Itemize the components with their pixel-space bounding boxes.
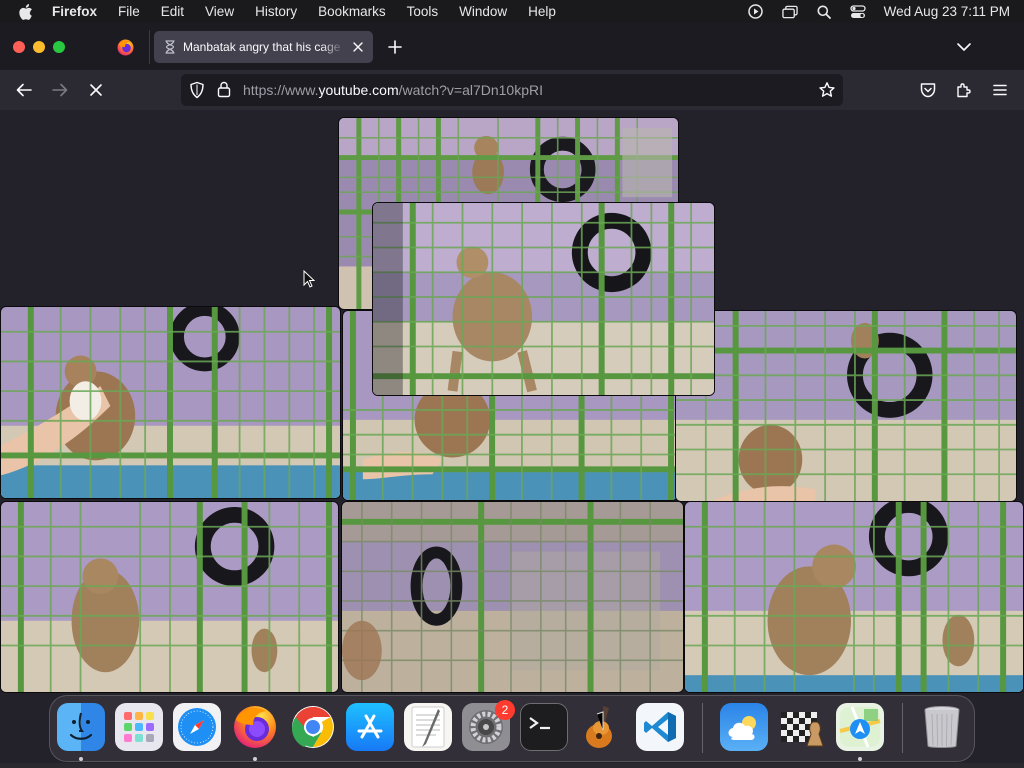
menu-bookmarks[interactable]: Bookmarks — [318, 4, 386, 19]
control-center-icon[interactable] — [850, 4, 866, 19]
window-close-button[interactable] — [13, 41, 25, 53]
dock-safari-icon[interactable] — [173, 703, 221, 751]
forward-arrow-icon[interactable] — [51, 81, 69, 99]
menu-window[interactable]: Window — [459, 4, 507, 19]
menu-app-name[interactable]: Firefox — [52, 4, 97, 19]
video-thumbnail-monkey-on-tire-right[interactable] — [675, 310, 1017, 502]
dock-running-indicator — [253, 757, 257, 761]
video-thumbnail-monkey-standing-front[interactable] — [372, 202, 715, 396]
dock-vscode-icon[interactable] — [636, 703, 684, 751]
dock-trash-icon[interactable] — [918, 703, 966, 751]
hourglass-loading-icon — [164, 40, 176, 54]
video-thumbnail-monkey-with-hand-left[interactable] — [0, 306, 341, 499]
url-text[interactable]: https://www.youtube.com/watch?v=al7Dn10k… — [243, 82, 543, 98]
tab-separator — [149, 30, 150, 64]
notification-badge: 2 — [495, 700, 515, 720]
dock-firefox-icon[interactable] — [231, 703, 279, 751]
dock-terminal-icon[interactable] — [520, 703, 568, 751]
tab-active[interactable]: Manbatak angry that his cage is — [154, 31, 373, 63]
stop-loading-x-icon[interactable] — [87, 81, 105, 99]
dock-separator — [902, 703, 903, 753]
tracking-protection-shield-icon[interactable] — [189, 81, 205, 99]
window-fullscreen-button[interactable] — [53, 41, 65, 53]
dock-launchpad-icon[interactable] — [115, 703, 163, 751]
dock-running-indicator — [858, 757, 862, 761]
tab-close-icon[interactable] — [351, 40, 365, 54]
video-thumbnail-empty-cage-center[interactable] — [341, 501, 684, 693]
dock-app-store-icon[interactable] — [346, 703, 394, 751]
menu-tools[interactable]: Tools — [407, 4, 439, 19]
spotlight-search-icon[interactable] — [816, 5, 832, 19]
new-tab-plus-icon[interactable] — [387, 39, 403, 55]
apple-menu-icon[interactable] — [18, 3, 34, 20]
menu-edit[interactable]: Edit — [161, 4, 184, 19]
dock-running-indicator — [79, 757, 83, 761]
dock-weather-icon[interactable] — [720, 703, 768, 751]
menu-history[interactable]: History — [255, 4, 297, 19]
bottom-strip — [0, 763, 1024, 768]
menu-file[interactable]: File — [118, 4, 140, 19]
dock-maps-icon[interactable] — [836, 703, 884, 751]
menubar-clock[interactable]: Wed Aug 23 7:11 PM — [884, 4, 1010, 19]
mouse-cursor-icon — [303, 269, 316, 288]
dock-instruments-icon[interactable] — [578, 703, 626, 751]
site-security-lock-icon[interactable] — [217, 81, 231, 98]
menu-view[interactable]: View — [205, 4, 234, 19]
dock-chess-icon[interactable] — [778, 703, 826, 751]
video-thumbnail-two-monkeys-right[interactable] — [684, 501, 1024, 693]
hamburger-menu-icon[interactable] — [991, 81, 1009, 99]
macos-menu-bar: Firefox File Edit View History Bookmarks… — [0, 0, 1024, 23]
dock-finder-icon[interactable] — [57, 703, 105, 751]
dock-chrome-icon[interactable] — [289, 703, 337, 751]
dock-textedit-icon[interactable] — [404, 703, 452, 751]
tab-title: Manbatak angry that his cage is — [183, 40, 345, 54]
url-host: youtube.com — [318, 82, 399, 98]
pocket-icon[interactable] — [919, 81, 937, 99]
url-path: /watch?v=al7Dn10kpRI — [398, 82, 544, 98]
menu-help[interactable]: Help — [528, 4, 556, 19]
video-thumbnail-monkey-sitting-left[interactable] — [0, 501, 339, 693]
screen-mirroring-icon[interactable] — [781, 5, 798, 19]
back-arrow-icon[interactable] — [15, 81, 33, 99]
bookmark-star-icon[interactable] — [818, 81, 836, 99]
url-prefix: https://www. — [243, 82, 319, 98]
pinned-tab-firefox-icon[interactable] — [117, 39, 134, 56]
screen-record-icon[interactable] — [748, 4, 764, 19]
web-page-content — [0, 110, 1024, 768]
extensions-puzzle-icon[interactable] — [955, 81, 973, 99]
window-minimize-button[interactable] — [33, 41, 45, 53]
dock-separator — [702, 703, 703, 753]
list-all-tabs-chevron-icon[interactable] — [956, 40, 972, 54]
